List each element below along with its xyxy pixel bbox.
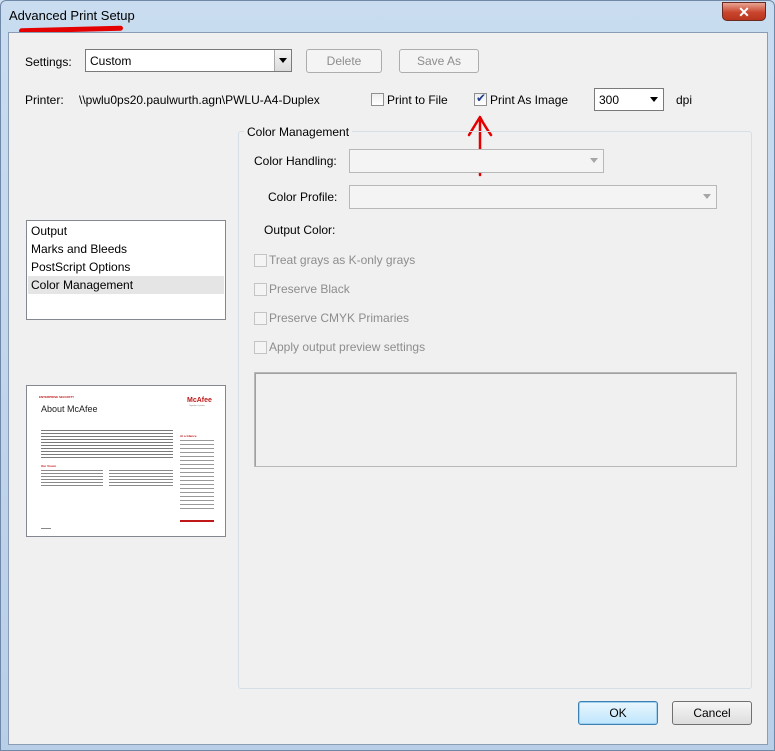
preview-title: About McAfee <box>41 404 98 414</box>
settings-dropdown[interactable]: Custom <box>85 49 292 72</box>
close-button[interactable]: ✕ <box>722 2 766 21</box>
ok-button[interactable]: OK <box>578 701 658 725</box>
color-handling-label: Color Handling: <box>254 154 337 168</box>
section-item-postscript-options[interactable]: PostScript Options <box>28 258 224 276</box>
preview-body-text <box>41 430 173 460</box>
preview-brand-logo: McAfee <box>187 397 212 404</box>
dialog-title: Advanced Print Setup <box>9 8 135 23</box>
delete-button[interactable]: Delete <box>306 49 382 73</box>
printer-name: \\pwlu0ps20.paulwurth.agn\PWLU-A4-Duplex <box>79 93 320 107</box>
preview-section-heading: Our Vision <box>41 464 57 468</box>
apply-output-preview-label[interactable]: Apply output preview settings <box>269 340 425 354</box>
preview-footer-text <box>41 528 51 529</box>
color-profile-dropdown[interactable] <box>349 185 717 209</box>
color-handling-dropdown[interactable] <box>349 149 604 173</box>
section-item-output[interactable]: Output <box>28 222 224 240</box>
preview-column-right <box>109 470 173 488</box>
apply-output-preview-checkbox[interactable] <box>254 341 267 354</box>
color-handling-dropdown-button[interactable] <box>586 150 603 171</box>
advanced-print-setup-dialog: Advanced Print Setup ✕ Settings: Custom … <box>0 0 775 751</box>
printer-label: Printer: <box>25 93 64 107</box>
settings-value: Custom <box>90 54 132 68</box>
section-item-color-management[interactable]: Color Management <box>28 276 224 294</box>
print-to-file-checkbox[interactable] <box>371 93 384 106</box>
treat-grays-label[interactable]: Treat grays as K-only grays <box>269 253 415 267</box>
dpi-dropdown-button[interactable] <box>646 89 663 110</box>
section-list[interactable]: Output Marks and Bleeds PostScript Optio… <box>26 220 226 320</box>
preserve-cmyk-primaries-checkbox[interactable] <box>254 312 267 325</box>
close-icon: ✕ <box>738 4 750 20</box>
preview-page: ENTERPRISE SECURITY About McAfee McAfee … <box>35 392 218 532</box>
print-as-image-checkbox[interactable] <box>474 91 487 106</box>
page-preview: ENTERPRISE SECURITY About McAfee McAfee … <box>26 385 226 537</box>
description-box <box>254 372 737 467</box>
dpi-label: dpi <box>676 93 693 107</box>
print-to-file-label[interactable]: Print to File <box>387 93 448 107</box>
chevron-down-icon <box>279 58 287 63</box>
title-bar[interactable]: Advanced Print Setup ✕ <box>1 1 774 34</box>
preserve-black-checkbox[interactable] <box>254 283 267 296</box>
preview-header-tag: ENTERPRISE SECURITY <box>39 395 75 399</box>
color-management-group-title: Color Management <box>244 125 353 139</box>
preview-column-left <box>41 470 103 488</box>
preview-sidebar-list <box>180 440 214 512</box>
section-item-marks-and-bleeds[interactable]: Marks and Bleeds <box>28 240 224 258</box>
chevron-down-icon <box>650 97 658 102</box>
preview-brand-tagline: Together is power. <box>189 405 206 407</box>
settings-label: Settings: <box>25 55 72 69</box>
dpi-value: 300 <box>599 93 620 107</box>
preview-sidebar-heading: At a Glance <box>180 434 197 438</box>
dpi-dropdown[interactable]: 300 <box>594 88 664 111</box>
chevron-down-icon <box>590 158 598 163</box>
save-as-button[interactable]: Save As <box>399 49 479 73</box>
dialog-body: Settings: Custom Delete Save As Printer:… <box>8 32 768 745</box>
output-color-label: Output Color: <box>264 223 336 237</box>
settings-dropdown-button[interactable] <box>274 50 291 71</box>
color-profile-dropdown-button[interactable] <box>699 186 716 207</box>
print-as-image-label[interactable]: Print As Image <box>490 93 568 107</box>
preserve-black-label[interactable]: Preserve Black <box>269 282 350 296</box>
color-profile-label: Color Profile: <box>268 190 338 204</box>
treat-grays-checkbox[interactable] <box>254 254 267 267</box>
chevron-down-icon <box>703 194 711 199</box>
preserve-cmyk-primaries-label[interactable]: Preserve CMYK Primaries <box>269 311 409 325</box>
preview-footer-rule <box>180 520 214 522</box>
cancel-button[interactable]: Cancel <box>672 701 752 725</box>
